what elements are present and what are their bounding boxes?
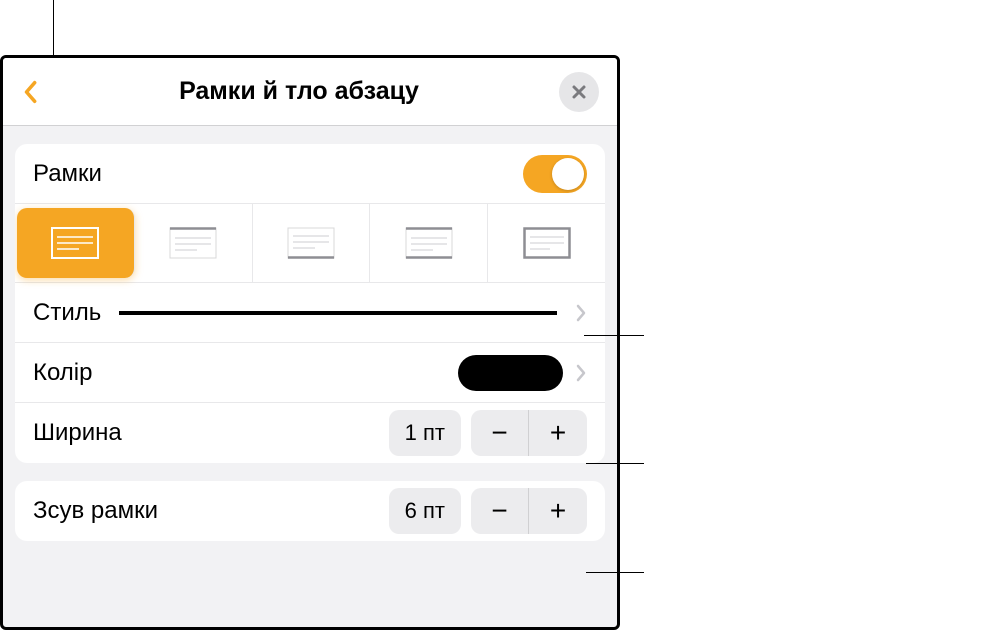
back-button[interactable] <box>21 78 39 106</box>
offset-value: 6 пт <box>389 488 461 534</box>
offset-decrement[interactable]: − <box>471 488 529 534</box>
border-option-box[interactable] <box>488 204 605 282</box>
callout-line-offset <box>586 572 644 573</box>
panel-borders-background: Рамки й тло абзацу Рамки <box>0 55 620 630</box>
callout-line-top <box>53 0 54 55</box>
row-width: Ширина 1 пт − + <box>15 403 605 463</box>
close-button[interactable] <box>559 72 599 112</box>
width-stepper: − + <box>471 410 587 456</box>
border-topbottom-icon <box>405 227 453 259</box>
callout-line-width <box>586 463 644 464</box>
callout-line-style <box>584 335 644 336</box>
section-borders: Рамки <box>15 144 605 463</box>
row-style[interactable]: Стиль <box>15 283 605 343</box>
row-offset: Зсув рамки 6 пт − + <box>15 481 605 541</box>
panel-header: Рамки й тло абзацу <box>3 58 617 126</box>
close-icon <box>570 83 588 101</box>
toggle-thumb <box>552 158 584 190</box>
panel-title: Рамки й тло абзацу <box>39 77 559 106</box>
offset-stepper: − + <box>471 488 587 534</box>
width-value: 1 пт <box>389 410 461 456</box>
border-option-top-bottom[interactable] <box>370 204 488 282</box>
border-box-icon <box>523 227 571 259</box>
color-label: Колір <box>33 359 92 387</box>
chevron-left-icon <box>23 80 37 104</box>
border-all-icon <box>51 227 99 259</box>
row-borders-toggle: Рамки <box>15 144 605 204</box>
style-preview-line <box>119 311 557 315</box>
row-color[interactable]: Колір <box>15 343 605 403</box>
border-option-top[interactable] <box>135 204 253 282</box>
border-top-icon <box>169 227 217 259</box>
width-increment[interactable]: + <box>529 410 587 456</box>
chevron-right-icon <box>575 363 587 383</box>
style-label: Стиль <box>33 299 101 327</box>
row-border-position <box>15 204 605 283</box>
offset-increment[interactable]: + <box>529 488 587 534</box>
chevron-right-icon <box>575 303 587 323</box>
color-swatch <box>458 355 563 391</box>
offset-label: Зсув рамки <box>33 497 158 525</box>
width-label: Ширина <box>33 419 122 447</box>
width-decrement[interactable]: − <box>471 410 529 456</box>
border-option-all[interactable] <box>17 208 135 278</box>
borders-toggle[interactable] <box>523 155 587 193</box>
border-bottom-icon <box>287 227 335 259</box>
border-option-bottom[interactable] <box>253 204 371 282</box>
section-offset: Зсув рамки 6 пт − + <box>15 481 605 541</box>
borders-label: Рамки <box>33 160 102 188</box>
